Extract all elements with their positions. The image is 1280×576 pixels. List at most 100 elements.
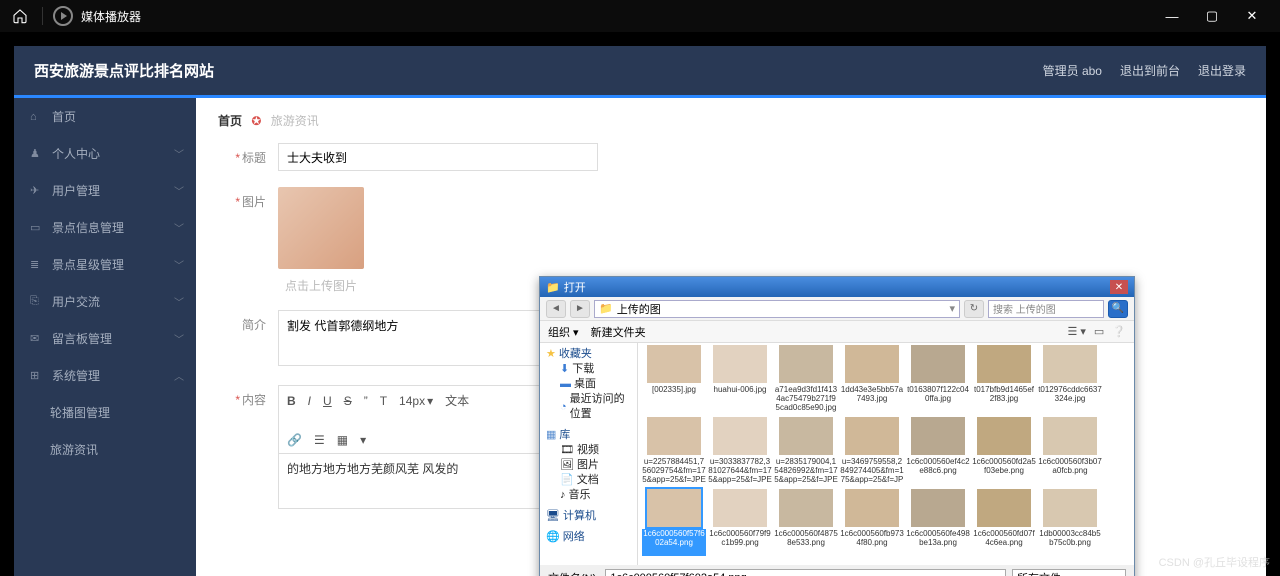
- sidebar-item-rank[interactable]: ≣景点星级管理﹀: [14, 246, 196, 283]
- folder-tree[interactable]: ★收藏夹 ⬇下载 ▬桌面 ◔最近访问的位置 ▦库 🎞视频 🖼图片 📄文档 ♪音: [540, 343, 638, 565]
- more-button[interactable]: ▾: [360, 433, 366, 447]
- logout-link[interactable]: 退出登录: [1198, 62, 1246, 79]
- chevron-down-icon: ﹀: [174, 183, 184, 198]
- label-title: 标题: [242, 151, 266, 165]
- crumb-home[interactable]: 首页: [218, 114, 242, 128]
- sidebar-sub-news[interactable]: 旅游资讯: [14, 431, 196, 468]
- sidebar-item-comm[interactable]: ⎘用户交流﹀: [14, 283, 196, 320]
- align-button[interactable]: ☰: [314, 433, 325, 447]
- file-tile[interactable]: 1c6c000560f79f9c1b99.png: [708, 489, 772, 559]
- strike-button[interactable]: S: [344, 394, 352, 408]
- app-title: 媒体播放器: [81, 8, 141, 25]
- file-tile[interactable]: 1c6c000560fb9734f80.png: [840, 489, 904, 559]
- chevron-down-icon: ﹀: [174, 146, 184, 161]
- sidebar-item-system[interactable]: ⊞系统管理︿: [14, 357, 196, 394]
- dialog-title: 打开: [564, 279, 586, 295]
- crumb-page: 旅游资讯: [271, 114, 319, 128]
- folder-icon: 📁: [546, 281, 560, 294]
- filename-input[interactable]: [605, 569, 1006, 576]
- breadcrumb: 首页 ✪ 旅游资讯: [218, 112, 1244, 129]
- file-open-dialog: 📁 打开 ✕ ◄ ► 📁 上传的图 ▾ ↻ 搜索 上传的图: [539, 276, 1135, 576]
- italic-button[interactable]: I: [308, 394, 311, 408]
- upload-hint[interactable]: 点击上传图片: [278, 277, 364, 294]
- list-icon: ≣: [30, 258, 44, 271]
- dialog-close-button[interactable]: ✕: [1110, 280, 1128, 294]
- file-tile[interactable]: u=2257884451,756029754&fm=175&app=25&f=J…: [642, 417, 706, 487]
- back-button[interactable]: ◄: [546, 300, 566, 318]
- file-tile[interactable]: 1c6c000560ef4c2e88c6.png: [906, 417, 970, 487]
- file-tile[interactable]: 1c6c000560f57f602a54.png: [642, 489, 706, 559]
- star-icon: ★: [546, 347, 556, 362]
- file-tile[interactable]: 1dd43e3e5bb57a7493.jpg: [840, 345, 904, 415]
- sidebar-item-profile[interactable]: ♟个人中心﹀: [14, 135, 196, 172]
- help-button[interactable]: ❔: [1112, 325, 1126, 338]
- search-button[interactable]: 🔍: [1108, 300, 1128, 318]
- file-tile[interactable]: t0163807f122c040ffa.jpg: [906, 345, 970, 415]
- link-button[interactable]: 🔗: [287, 433, 302, 447]
- file-tile[interactable]: u=3469759558,2849274405&fm=175&app=25&f=…: [840, 417, 904, 487]
- mail-icon: ✉: [30, 332, 44, 345]
- label-content: 内容: [242, 393, 266, 407]
- file-tile[interactable]: u=3033837782,381027644&fm=175&app=25&f=J…: [708, 417, 772, 487]
- title-input[interactable]: [278, 143, 598, 171]
- file-tile[interactable]: 1db00003cc84b5b75c0b.png: [1038, 489, 1102, 559]
- file-tile[interactable]: u=2835179004,154826992&fm=175&app=25&f=J…: [774, 417, 838, 487]
- video-icon: 🎞: [560, 443, 574, 458]
- picture-icon: 🖼: [560, 458, 574, 473]
- to-front-link[interactable]: 退出到前台: [1120, 62, 1180, 79]
- file-tile[interactable]: a71ea9d3fd1f4134ac75479b271f95cad0c85e90…: [774, 345, 838, 415]
- file-tile[interactable]: [002335].jpg: [642, 345, 706, 415]
- file-tile[interactable]: 1c6c000560fd2a5f03ebe.png: [972, 417, 1036, 487]
- library-icon: ▦: [546, 428, 556, 443]
- chevron-down-icon: ▾: [427, 394, 433, 408]
- label-intro: 简介: [242, 318, 266, 332]
- new-folder-button[interactable]: 新建文件夹: [591, 324, 646, 340]
- folder-icon: 📁: [599, 302, 613, 315]
- heading-button[interactable]: T: [380, 394, 387, 408]
- file-tile[interactable]: t012976cddc6637324e.jpg: [1038, 345, 1102, 415]
- maximize-button[interactable]: ▢: [1192, 0, 1232, 32]
- file-tile[interactable]: huahui-006.jpg: [708, 345, 772, 415]
- filename-label: 文件名(N):: [548, 570, 599, 576]
- chevron-up-icon: ︿: [174, 368, 184, 383]
- font-select[interactable]: 文本: [445, 392, 469, 409]
- underline-button[interactable]: U: [323, 394, 332, 408]
- bold-button[interactable]: B: [287, 394, 296, 408]
- minimize-button[interactable]: —: [1152, 0, 1192, 32]
- sidebar: ⌂首页 ♟个人中心﹀ ✈用户管理﹀ ▭景点信息管理﹀ ≣景点星级管理﹀ ⎘用户交…: [14, 98, 196, 576]
- grid-icon: ⊞: [30, 369, 44, 382]
- copy-icon: ⎘: [30, 295, 44, 308]
- view-button[interactable]: ☰ ▾: [1067, 325, 1085, 338]
- sidebar-item-board[interactable]: ✉留言板管理﹀: [14, 320, 196, 357]
- network-icon: 🌐: [546, 530, 560, 545]
- card-icon: ▭: [30, 221, 44, 234]
- admin-label[interactable]: 管理员 abo: [1043, 62, 1102, 79]
- organize-menu[interactable]: 组织 ▾: [548, 324, 579, 340]
- quote-button[interactable]: ”: [364, 394, 368, 408]
- file-tile[interactable]: 1c6c000560fd07f4c6ea.png: [972, 489, 1036, 559]
- file-tile[interactable]: 1c6c000560fe498be13a.png: [906, 489, 970, 559]
- sidebar-item-users[interactable]: ✈用户管理﹀: [14, 172, 196, 209]
- home-icon[interactable]: [8, 4, 32, 28]
- image-thumbnail[interactable]: [278, 187, 364, 269]
- plane-icon: ✈: [30, 184, 44, 197]
- file-tile[interactable]: t017bfb9d1465ef2f83.jpg: [972, 345, 1036, 415]
- refresh-button[interactable]: ↻: [964, 300, 984, 318]
- search-input[interactable]: 搜索 上传的图: [988, 300, 1104, 318]
- preview-pane-button[interactable]: ▭: [1094, 325, 1104, 338]
- sidebar-item-home[interactable]: ⌂首页: [14, 98, 196, 135]
- chevron-down-icon: ﹀: [174, 294, 184, 309]
- path-bar[interactable]: 📁 上传的图 ▾: [594, 300, 960, 318]
- file-tile[interactable]: 1c6c000560f3b07a0fcb.png: [1038, 417, 1102, 487]
- file-list[interactable]: [002335].jpghuahui-006.jpga71ea9d3fd1f41…: [638, 343, 1134, 565]
- close-button[interactable]: ✕: [1232, 0, 1272, 32]
- forward-button[interactable]: ►: [570, 300, 590, 318]
- user-icon: ♟: [30, 147, 44, 160]
- watermark: CSDN @孔丘毕设程序: [1159, 554, 1270, 570]
- grid-button[interactable]: ▦: [337, 433, 348, 447]
- filetype-select[interactable]: 所有文件▾: [1012, 569, 1126, 576]
- size-select[interactable]: 14px▾: [399, 394, 433, 408]
- file-tile[interactable]: 1c6c000560f48758e533.png: [774, 489, 838, 559]
- sidebar-item-spots[interactable]: ▭景点信息管理﹀: [14, 209, 196, 246]
- sidebar-sub-carousel[interactable]: 轮播图管理: [14, 394, 196, 431]
